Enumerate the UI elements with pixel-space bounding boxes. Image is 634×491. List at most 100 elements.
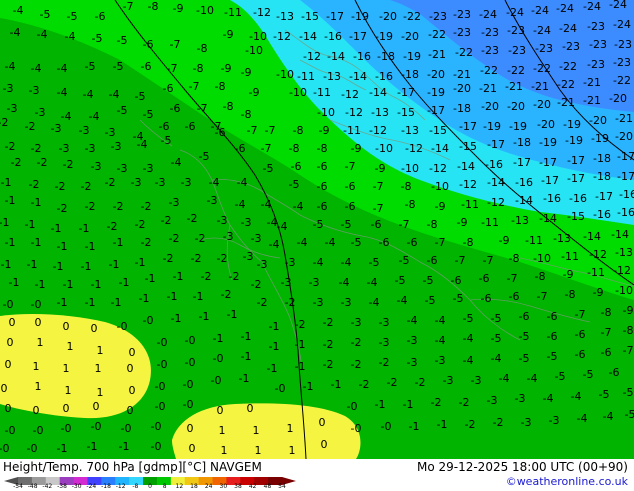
temperature-label: -2 (107, 220, 118, 233)
temperature-label: -0 (91, 420, 102, 433)
temperature-label: -4 (341, 256, 352, 269)
temperature-label: -1 (119, 276, 130, 289)
temperature-label: 1 (33, 360, 40, 373)
temperature-label: -7 (247, 124, 258, 137)
temperature-label: -17 (567, 154, 585, 167)
credit-link[interactable]: ©weatheronline.co.uk (506, 475, 628, 488)
temperature-label: -3 (313, 296, 324, 309)
temperature-label: -7 (601, 326, 612, 339)
temperature-label: -17 (427, 104, 445, 117)
temperature-label: -18 (593, 170, 611, 183)
temperature-label: -4 (491, 352, 502, 365)
temperature-label: -0 (275, 382, 286, 395)
temperature-label: -1 (87, 440, 98, 453)
temperature-label: -4 (463, 332, 474, 345)
temperature-label: -3 (85, 142, 96, 155)
temperature-label: -3 (29, 84, 40, 97)
temperature-label: -2 (459, 396, 470, 409)
temperature-label: -21 (428, 48, 446, 61)
temperature-label: -15 (459, 140, 477, 153)
temperature-label: -3 (143, 162, 154, 175)
temperature-label: -2 (113, 200, 124, 213)
temperature-label: -1 (57, 442, 68, 455)
temperature-label: -4 (339, 276, 350, 289)
temperature-label: -8 (215, 80, 226, 93)
temperature-label: -3 (241, 216, 252, 229)
temperature-label: -9 (241, 66, 252, 79)
temperature-label: -9 (173, 2, 184, 15)
temperature-label: -24 (613, 18, 631, 31)
temperature-label: -3 (3, 82, 14, 95)
temperature-label: -20 (615, 130, 633, 143)
temperature-label: -5 (351, 236, 362, 249)
temperature-label: -6 (407, 236, 418, 249)
temperature-label: -21 (583, 94, 601, 107)
temperature-label: -4 (435, 314, 446, 327)
temperature-label: -14 (327, 50, 345, 63)
temperature-label: -13 (323, 70, 341, 83)
temperature-label: -23 (562, 40, 580, 53)
temperature-label: -7 (189, 80, 200, 93)
temperature-label: -1 (111, 296, 122, 309)
temperature-label: -21 (615, 112, 633, 125)
temperature-label: -2 (379, 356, 390, 369)
temperature-label: -17 (459, 120, 477, 133)
scale-tick-label: -18 (101, 483, 111, 490)
temperature-label: -0 (185, 356, 196, 369)
temperature-label: -13 (276, 10, 294, 23)
temperature-label: -6 (317, 160, 328, 173)
temperature-label: -4 (369, 296, 380, 309)
temperature-label: -20 (609, 92, 627, 105)
temperature-label: 0 (127, 362, 134, 375)
temperature-label: -12 (273, 30, 291, 43)
temperature-label: -2 (25, 120, 36, 133)
temperature-label: -2 (81, 180, 92, 193)
temperature-label: -1 (63, 278, 74, 291)
scale-tick-label: 18 (190, 483, 198, 490)
temperature-label: -0 (151, 440, 162, 453)
temperature-label: -1 (171, 312, 182, 325)
temperature-label: -2 (135, 218, 146, 231)
temperature-label: -20 (533, 98, 551, 111)
temperature-label: -2 (85, 200, 96, 213)
temperature-label: -1 (213, 332, 224, 345)
temperature-label: -23 (589, 38, 607, 51)
temperature-label: -2 (359, 378, 370, 391)
temperature-label: -17 (539, 156, 557, 169)
temperature-label: -3 (91, 160, 102, 173)
temperature-label: -7 (373, 202, 384, 215)
temperature-label: -0 (143, 314, 154, 327)
temperature-label: -20 (401, 30, 419, 43)
temperature-label: -6 (519, 310, 530, 323)
temperature-label: -3 (111, 140, 122, 153)
temperature-label: -2 (217, 252, 228, 265)
temperature-label: -1 (267, 362, 278, 375)
temperature-label: 1 (253, 424, 260, 437)
temperature-label: -21 (557, 96, 575, 109)
temperature-label: -4 (269, 238, 280, 251)
temperature-label: -8 (463, 236, 474, 249)
temperature-label: -9 (375, 162, 386, 175)
temperature-label: -1 (85, 296, 96, 309)
temperature-label: -4 (65, 30, 76, 43)
temperature-label: -23 (587, 20, 605, 33)
temperature-label: 1 (289, 444, 296, 457)
temperature-label: -9 (223, 28, 234, 41)
temperature-label: -3 (379, 316, 390, 329)
temperature-label: -8 (223, 100, 234, 113)
temperature-label: -5 (67, 10, 78, 23)
scale-tick-label: -42 (42, 483, 53, 490)
temperature-label: -8 (193, 62, 204, 75)
temperature-label: -8 (405, 198, 416, 211)
temperature-label: -10 (245, 44, 263, 57)
temperature-label: -0 (27, 442, 38, 455)
temperature-label: -3 (51, 122, 62, 135)
temperature-label: -6 (575, 328, 586, 341)
scale-tick-label: 12 (175, 483, 184, 490)
temperature-label: -24 (556, 2, 574, 15)
temperature-label: -8 (601, 306, 612, 319)
temperature-label: -16 (375, 70, 393, 83)
temperature-label: -7 (265, 124, 276, 137)
temperature-label: -3 (155, 176, 166, 189)
valid-time: Mo 29-12-2025 18:00 UTC (00+90) (416, 460, 628, 474)
